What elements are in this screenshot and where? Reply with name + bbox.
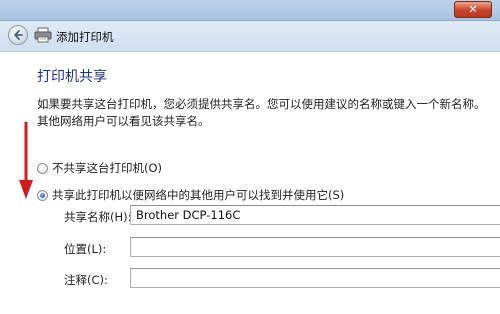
wizard-content: 打印机共享 如果要共享这台打印机，您必须提供共享名。您可以使用建议的名称或键入一… (0, 52, 500, 314)
title-bar: ✕ (0, 0, 500, 21)
back-arrow-icon (14, 30, 23, 40)
share-name-label: 共享名称(H): (64, 210, 132, 224)
red-arrow-annotation (19, 122, 33, 199)
wizard-title: 添加打印机 (56, 30, 114, 44)
add-printer-window: ✕ 添加打印机 打印机共享 如果要共享这台打印机，您必须提供共享名。您可以使用建… (0, 0, 500, 314)
page-title: 打印机共享 (37, 69, 107, 85)
share-option[interactable]: 共享此打印机以便网络中的其他用户可以找到并使用它(S) (37, 187, 344, 203)
comment-field[interactable] (130, 268, 500, 288)
share-radio[interactable] (37, 190, 48, 201)
no-share-radio[interactable] (37, 163, 48, 174)
no-share-option[interactable]: 不共享这台打印机(O) (37, 160, 162, 176)
location-label: 位置(L): (64, 242, 107, 256)
back-button[interactable] (8, 25, 28, 45)
wizard-header: 添加打印机 (0, 21, 500, 52)
close-button[interactable]: ✕ (454, 1, 492, 18)
page-description: 如果要共享这台打印机，您必须提供共享名。您可以使用建议的名称或键入一个新名称。其… (37, 97, 486, 128)
location-field[interactable] (130, 237, 500, 257)
share-name-field[interactable]: Brother DCP-116C (130, 205, 500, 225)
share-label: 共享此打印机以便网络中的其他用户可以找到并使用它(S) (52, 188, 345, 202)
no-share-label: 不共享这台打印机(O) (52, 161, 163, 175)
close-icon: ✕ (468, 3, 478, 16)
comment-label: 注释(C): (64, 273, 108, 287)
printer-icon (34, 27, 52, 43)
